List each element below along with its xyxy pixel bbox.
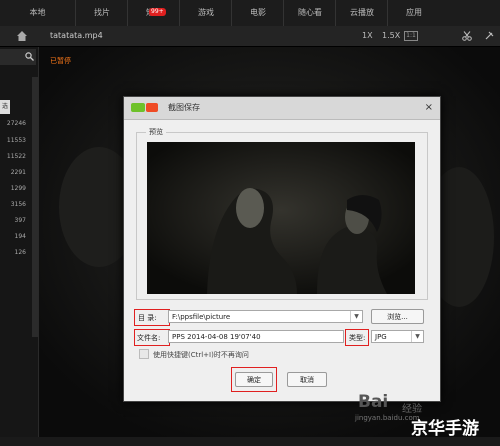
dont-ask-checkbox[interactable] [139,349,149,359]
home-icon[interactable] [16,30,28,42]
watermark-jingyan: 经验 [402,404,422,415]
video-filename: tatatata.mp4 [50,31,103,40]
pps-logo-icon [131,103,145,112]
tab-find[interactable]: 找片 [75,0,128,26]
tab-apps[interactable]: 应用 [387,0,440,26]
aspect-ratio-button[interactable]: 1:1 [404,31,418,41]
list-count: 2291 [10,169,26,176]
speed-1-5x-button[interactable]: 1.5X [382,26,400,46]
dialog-title: 截图保存 [168,103,200,112]
tab-movies[interactable]: 电影 [231,0,284,26]
directory-field[interactable]: F:\ppsfile\picture ▼ [168,310,363,323]
cancel-button[interactable]: 取消 [287,372,327,387]
player-toolbar: tatatata.mp4 1X 1.5X 1:1 [0,26,500,47]
dialog-titlebar[interactable]: 截图保存 × [124,97,440,120]
preview-label: 预览 [146,127,166,137]
list-count: 3156 [10,201,26,208]
highlight-box [134,329,170,346]
search-icon[interactable] [25,52,34,61]
tab-games[interactable]: 游戏 [179,0,232,26]
preview-picture [147,142,415,294]
watermark-url: jingyan.baidu.com [355,414,420,422]
dont-ask-label: 使用快捷键(Ctrl+I)时不再询问 [153,351,249,359]
chevron-down-icon[interactable]: ▼ [350,311,362,322]
list-count: 126 [14,249,26,256]
filter-pill[interactable]: 选 [0,100,10,114]
highlight-box [231,367,277,392]
watermark-brand: 京华手游 [411,419,479,439]
browse-button[interactable]: 浏览... [371,309,424,324]
list-count: 27246 [6,120,26,127]
directory-value: F:\ppsfile\picture [172,313,231,321]
list-count: 194 [14,233,26,240]
highlight-box [345,329,369,346]
list-count: 1299 [10,185,26,192]
scissors-icon[interactable] [462,31,472,41]
list-count: 397 [14,217,26,224]
baidu-watermark: Bai [358,392,389,412]
pps-badge-icon [146,103,158,112]
tab-local[interactable]: 本地 [0,0,75,26]
tab-casual[interactable]: 随心看 [283,0,336,26]
speed-1x-button[interactable]: 1X [362,26,373,46]
filename-field[interactable]: PPS 2014-04-08 19'07'40 [168,330,344,343]
pin-icon[interactable] [484,31,494,41]
preview-image [147,142,415,294]
highlight-box [134,309,170,326]
close-icon[interactable]: × [425,97,433,119]
sidebar-scrollbar[interactable] [32,77,38,337]
screenshot-save-dialog: 截图保存 × 预览 目 录: F:\ppsfile\picture ▼ 浏览..… [123,96,441,402]
tab-cloud[interactable]: 云播放 [335,0,388,26]
type-select[interactable]: JPG ▼ [371,330,424,343]
list-count: 11553 [6,137,26,144]
type-value: JPG [375,333,387,341]
new-badge: 99+ [149,8,166,16]
chevron-down-icon[interactable]: ▼ [411,331,423,342]
playlist-panel: 选 27246 11553 11522 2291 1299 3156 397 1… [0,47,39,437]
paused-status: 已暂停 [50,57,71,65]
filename-value: PPS 2014-04-08 19'07'40 [172,333,261,341]
top-nav: 本地 找片 短片 99+ 游戏 电影 随心看 云播放 应用 [0,0,500,27]
list-count: 11522 [6,153,26,160]
